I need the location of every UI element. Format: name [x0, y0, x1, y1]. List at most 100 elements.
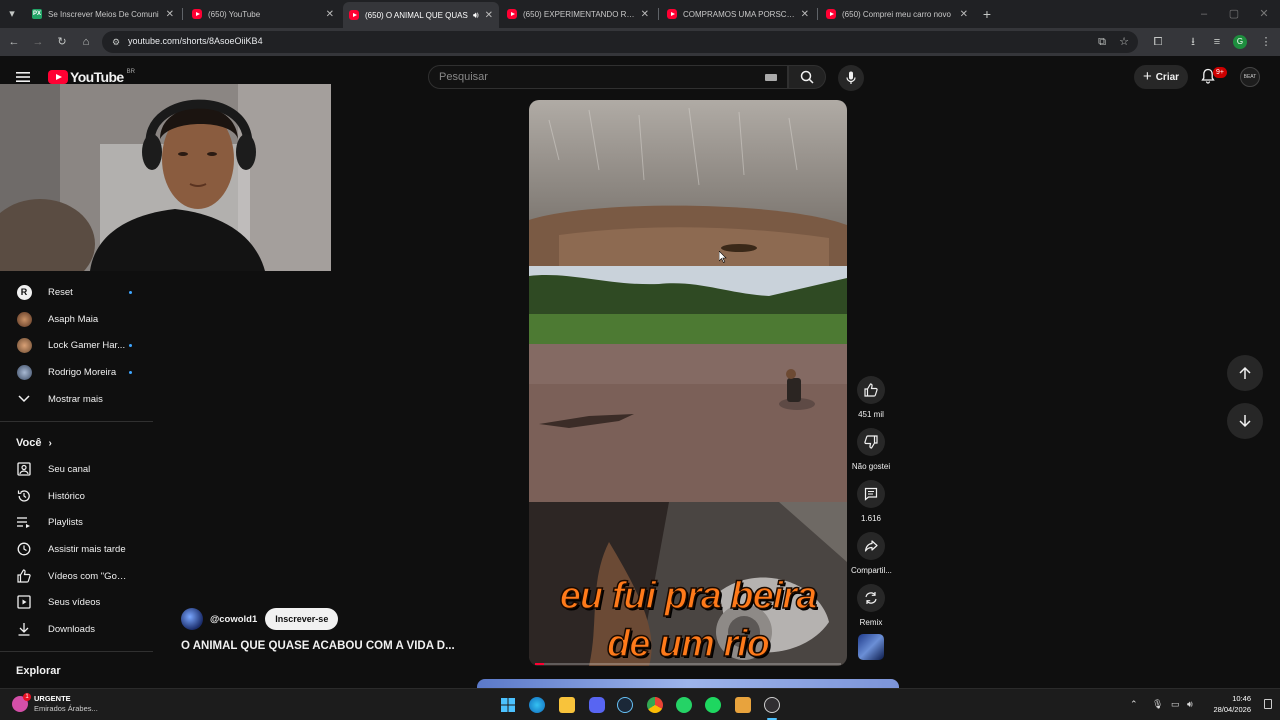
network-icon[interactable]: ▭: [1171, 699, 1180, 710]
browser-tab-5[interactable]: COMPRAMOS UMA PORSCHE ✕: [661, 3, 815, 25]
search-icon: [800, 70, 814, 84]
sidebar-item-your-videos[interactable]: Seus vídeos: [0, 589, 155, 615]
comments-button[interactable]: [857, 480, 885, 508]
dislike-button[interactable]: [857, 428, 885, 456]
browser-tab-4[interactable]: (650) EXPERIMENTANDO RECE ✕: [501, 3, 655, 25]
obs-icon[interactable]: [764, 697, 780, 713]
tab-title: (650) O ANIMAL QUE QUAS: [365, 10, 468, 20]
show-more-button[interactable]: Mostrar mais: [0, 386, 155, 412]
youtube-icon: [192, 9, 202, 19]
back-icon[interactable]: ←: [6, 34, 22, 50]
sidebar-item-downloads[interactable]: Downloads: [0, 616, 155, 642]
windows-start-icon[interactable]: [500, 697, 516, 713]
browser-menu-icon[interactable]: ⋮: [1258, 34, 1274, 50]
notification-center-icon[interactable]: [1264, 699, 1272, 709]
bookmark-star-icon[interactable]: ☆: [1116, 34, 1132, 50]
downloads-icon[interactable]: ⭳: [1185, 34, 1201, 50]
sound-thumbnail[interactable]: [858, 634, 884, 660]
discord-icon[interactable]: [589, 697, 605, 713]
sidebar-item-your-channel[interactable]: Seu canal: [0, 456, 155, 482]
close-window-icon[interactable]: ✕: [1256, 6, 1272, 22]
site-info-icon[interactable]: ⚙: [108, 34, 124, 50]
system-clock[interactable]: 10:46 28/04/2026: [1213, 693, 1251, 715]
sidebar-item-label: Playlists: [48, 516, 83, 528]
like-button[interactable]: [857, 376, 885, 404]
channel-name[interactable]: @cowold1: [210, 614, 257, 625]
subscribe-button[interactable]: Inscrever-se: [265, 608, 339, 630]
close-tab-icon[interactable]: ✕: [960, 9, 968, 20]
tab-title: (650) EXPERIMENTANDO RECE: [523, 9, 635, 19]
minimize-icon[interactable]: –: [1196, 6, 1212, 22]
edge-icon[interactable]: [529, 697, 545, 713]
maximize-icon[interactable]: ▢: [1226, 6, 1242, 22]
browser-tab-1[interactable]: PX Se Inscrever Meios De Comuni ✕: [26, 3, 180, 25]
notification-badge: 9+: [1213, 67, 1227, 78]
chevron-up-icon[interactable]: ⌃: [1130, 699, 1138, 710]
tab-title: (650) Comprei meu carro novo: [842, 9, 951, 19]
spotify-icon[interactable]: [705, 697, 721, 713]
close-tab-icon[interactable]: ✕: [641, 9, 649, 20]
new-tab-icon[interactable]: +: [979, 6, 995, 22]
sidebar-item-reset[interactable]: R Reset: [0, 279, 155, 305]
whatsapp-icon[interactable]: [676, 697, 692, 713]
photo-editor-icon[interactable]: [735, 697, 751, 713]
tab-search-icon[interactable]: ▾: [4, 6, 20, 22]
news-title: URGENTE: [34, 694, 71, 703]
media-control-icon[interactable]: ≡: [1209, 34, 1225, 50]
home-icon[interactable]: ⌂: [78, 34, 94, 50]
install-app-icon[interactable]: ⧉: [1094, 34, 1110, 50]
search-input[interactable]: [439, 70, 759, 84]
voice-search-button[interactable]: [838, 65, 864, 91]
video-title[interactable]: O ANIMAL QUE QUASE ACABOU COM A VIDA D..…: [181, 640, 481, 652]
forward-icon[interactable]: →: [30, 34, 46, 50]
browser-tab-2[interactable]: (650) YouTube ✕: [186, 3, 340, 25]
hamburger-menu-icon[interactable]: [16, 70, 32, 84]
news-icon: [12, 693, 31, 712]
create-button[interactable]: + Criar: [1134, 65, 1188, 89]
channel-avatar[interactable]: [181, 608, 203, 630]
tab-title: (650) YouTube: [208, 9, 261, 19]
shorts-video-player[interactable]: eu fui pra beira de um rio: [529, 100, 847, 666]
chrome-icon[interactable]: [647, 697, 663, 713]
browser-tab-3[interactable]: (650) O ANIMAL QUE QUAS 🔊︎ ✕: [343, 2, 499, 28]
address-bar[interactable]: ⚙ youtube.com/shorts/8AsoeOiiKB4 ⧉ ☆: [102, 31, 1138, 53]
close-tab-icon[interactable]: ✕: [801, 9, 809, 20]
sidebar-item-history[interactable]: Histórico: [0, 483, 155, 509]
search-button[interactable]: [788, 65, 826, 89]
profile-avatar[interactable]: G: [1233, 35, 1247, 49]
microphone-tray-icon[interactable]: 🎙︎: [1152, 699, 1163, 710]
create-label: Criar: [1155, 71, 1180, 83]
browser-tab-6[interactable]: (650) Comprei meu carro novo ✕: [820, 3, 974, 25]
url-text[interactable]: youtube.com/shorts/8AsoeOiiKB4: [128, 36, 263, 46]
previous-short-button[interactable]: [1227, 355, 1263, 391]
sidebar-item-asaph-maia[interactable]: Asaph Maia: [0, 306, 155, 332]
account-avatar[interactable]: BEAT: [1240, 67, 1260, 87]
volume-icon[interactable]: 🔊︎: [1187, 699, 1193, 710]
sidebar-item-lock-gamer[interactable]: Lock Gamer Har...: [0, 332, 155, 358]
extensions-icon[interactable]: ⧠: [1150, 34, 1166, 50]
section-you[interactable]: Você ›: [16, 437, 52, 449]
steam-icon[interactable]: [617, 697, 633, 713]
close-tab-icon[interactable]: ✕: [485, 10, 493, 21]
close-tab-icon[interactable]: ✕: [326, 9, 334, 20]
keyboard-icon[interactable]: [765, 74, 777, 81]
news-widget[interactable]: URGENTE Emirados Árabes...: [12, 693, 98, 714]
sidebar-item-rodrigo-moreira[interactable]: Rodrigo Moreira: [0, 359, 155, 385]
download-icon: [16, 621, 32, 637]
sidebar-item-playlists[interactable]: Playlists: [0, 509, 155, 535]
country-code: BR: [126, 69, 135, 75]
thumbs-up-icon: [864, 383, 878, 397]
video-progress-bar[interactable]: [535, 663, 841, 665]
youtube-icon: [667, 9, 677, 19]
share-button[interactable]: [857, 532, 885, 560]
reload-icon[interactable]: ↻: [54, 34, 70, 50]
file-explorer-icon[interactable]: [559, 697, 575, 713]
sidebar-item-watch-later[interactable]: Assistir mais tarde: [0, 536, 155, 562]
speaker-icon[interactable]: 🔊︎: [473, 10, 479, 21]
youtube-logo[interactable]: YouTube BR: [48, 69, 135, 85]
news-subtitle: Emirados Árabes...: [34, 704, 98, 713]
remix-button[interactable]: [857, 584, 885, 612]
next-short-button[interactable]: [1227, 403, 1263, 439]
close-tab-icon[interactable]: ✕: [166, 9, 174, 20]
sidebar-item-liked-videos[interactable]: Vídeos com "Gostei": [0, 563, 155, 589]
